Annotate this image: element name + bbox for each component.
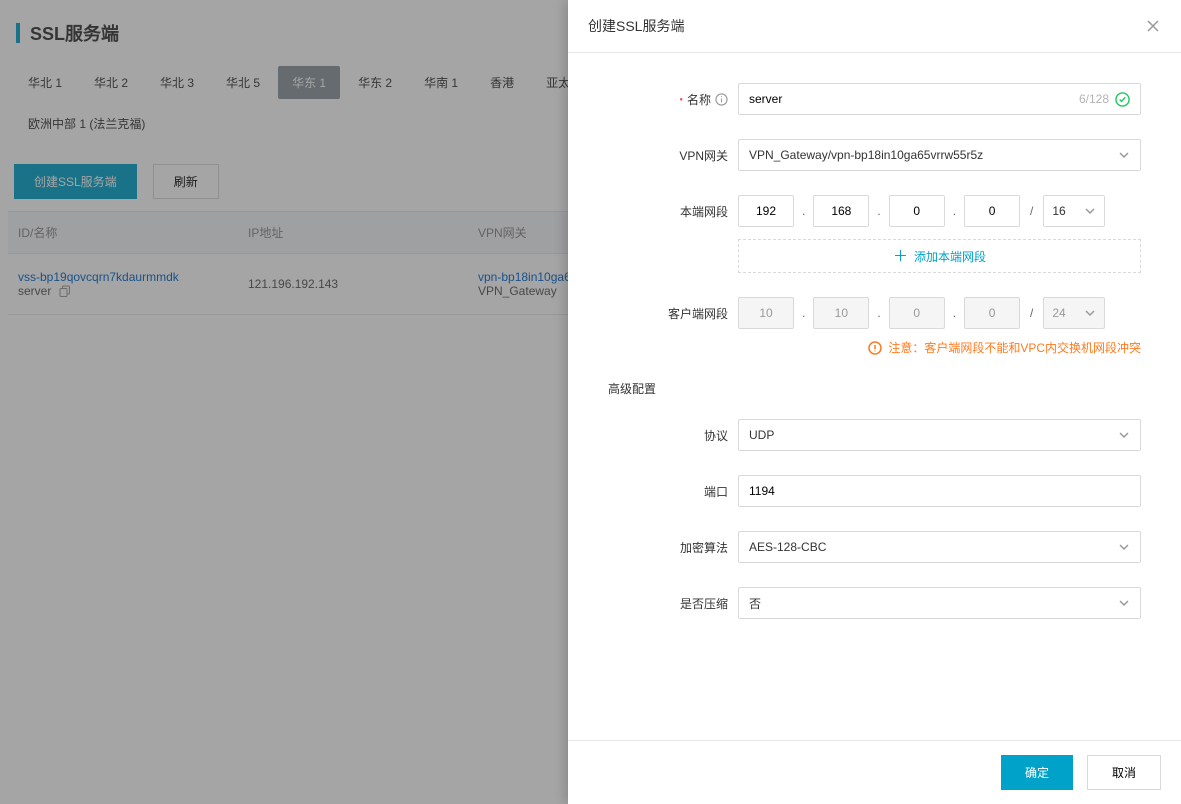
protocol-label: 协议 (608, 419, 728, 444)
port-label: 端口 (608, 475, 728, 500)
name-label-text: 名称 (687, 91, 711, 108)
chevron-down-icon (1084, 307, 1096, 319)
chevron-down-icon (1118, 597, 1130, 609)
cancel-button[interactable]: 取消 (1087, 755, 1161, 790)
slash: / (1030, 306, 1033, 320)
slash: / (1030, 204, 1033, 218)
local-mask-select[interactable]: 16 (1043, 195, 1105, 227)
vpn-row: VPN网关 VPN_Gateway/vpn-bp18in10ga65vrrw55… (608, 139, 1141, 171)
client-ip-row: . . . / 24 (738, 297, 1141, 329)
name-char-count: 6/128 (1079, 92, 1109, 106)
drawer-body: ● 名称 6/128 VPN网关 VPN (568, 53, 1181, 740)
encryption-label: 加密算法 (608, 531, 728, 556)
encryption-value: AES-128-CBC (749, 540, 1118, 554)
chevron-down-icon (1084, 205, 1096, 217)
advanced-section-title: 高级配置 (608, 380, 1141, 397)
drawer-footer: 确定 取消 (568, 740, 1181, 804)
local-mask-value: 16 (1052, 204, 1065, 218)
encryption-select[interactable]: AES-128-CBC (738, 531, 1141, 563)
client-mask-value: 24 (1052, 306, 1065, 320)
local-subnet-label: 本端网段 (608, 195, 728, 220)
client-subnet-label: 客户端网段 (608, 297, 728, 322)
dot: . (953, 306, 956, 320)
client-octet-4[interactable] (964, 297, 1020, 329)
name-row: ● 名称 6/128 (608, 83, 1141, 115)
dot: . (877, 204, 880, 218)
encryption-row: 加密算法 AES-128-CBC (608, 531, 1141, 563)
plus-icon: ＋ (893, 249, 908, 264)
ok-button[interactable]: 确定 (1001, 755, 1073, 790)
local-octet-2[interactable] (813, 195, 869, 227)
client-subnet-warning: 注意：客户端网段不能和VPC内交换机网段冲突 (738, 339, 1141, 356)
dot: . (802, 204, 805, 218)
port-input[interactable] (749, 477, 1130, 505)
vpn-label: VPN网关 (608, 139, 728, 164)
client-warning-text: 注意：客户端网段不能和VPC内交换机网段冲突 (888, 339, 1141, 356)
local-octet-1[interactable] (738, 195, 794, 227)
name-input[interactable] (749, 85, 1079, 113)
compress-select[interactable]: 否 (738, 587, 1141, 619)
protocol-select[interactable]: UDP (738, 419, 1141, 451)
warning-icon (868, 341, 882, 355)
port-input-wrap (738, 475, 1141, 507)
compress-value: 否 (749, 595, 1118, 612)
vpn-select-value: VPN_Gateway/vpn-bp18in10ga65vrrw55r5z (749, 148, 1118, 162)
protocol-row: 协议 UDP (608, 419, 1141, 451)
chevron-down-icon (1118, 149, 1130, 161)
local-octet-4[interactable] (964, 195, 1020, 227)
create-ssl-drawer: 创建SSL服务端 ● 名称 6/128 (568, 0, 1181, 804)
info-icon[interactable] (715, 93, 728, 106)
local-ip-row: . . . / 16 (738, 195, 1141, 227)
name-label: ● 名称 (608, 83, 728, 108)
add-local-subnet-button[interactable]: ＋ 添加本端网段 (738, 239, 1141, 273)
drawer-title: 创建SSL服务端 (588, 16, 684, 36)
validation-ok-icon (1115, 92, 1130, 107)
name-input-wrap: 6/128 (738, 83, 1141, 115)
port-row: 端口 (608, 475, 1141, 507)
dot: . (877, 306, 880, 320)
chevron-down-icon (1118, 541, 1130, 553)
chevron-down-icon (1118, 429, 1130, 441)
local-subnet-row: 本端网段 . . . / 16 ＋ (608, 195, 1141, 273)
client-mask-select[interactable]: 24 (1043, 297, 1105, 329)
vpn-select[interactable]: VPN_Gateway/vpn-bp18in10ga65vrrw55r5z (738, 139, 1141, 171)
dot: . (953, 204, 956, 218)
compress-row: 是否压缩 否 (608, 587, 1141, 619)
required-indicator: ● (679, 97, 683, 103)
dot: . (802, 306, 805, 320)
add-local-subnet-label: 添加本端网段 (914, 248, 986, 265)
protocol-value: UDP (749, 428, 1118, 442)
client-octet-2[interactable] (813, 297, 869, 329)
client-subnet-row: 客户端网段 . . . / 24 (608, 297, 1141, 356)
client-octet-3[interactable] (889, 297, 945, 329)
client-octet-1[interactable] (738, 297, 794, 329)
compress-label: 是否压缩 (608, 587, 728, 612)
local-octet-3[interactable] (889, 195, 945, 227)
drawer-header: 创建SSL服务端 (568, 0, 1181, 53)
close-icon[interactable] (1145, 18, 1161, 34)
